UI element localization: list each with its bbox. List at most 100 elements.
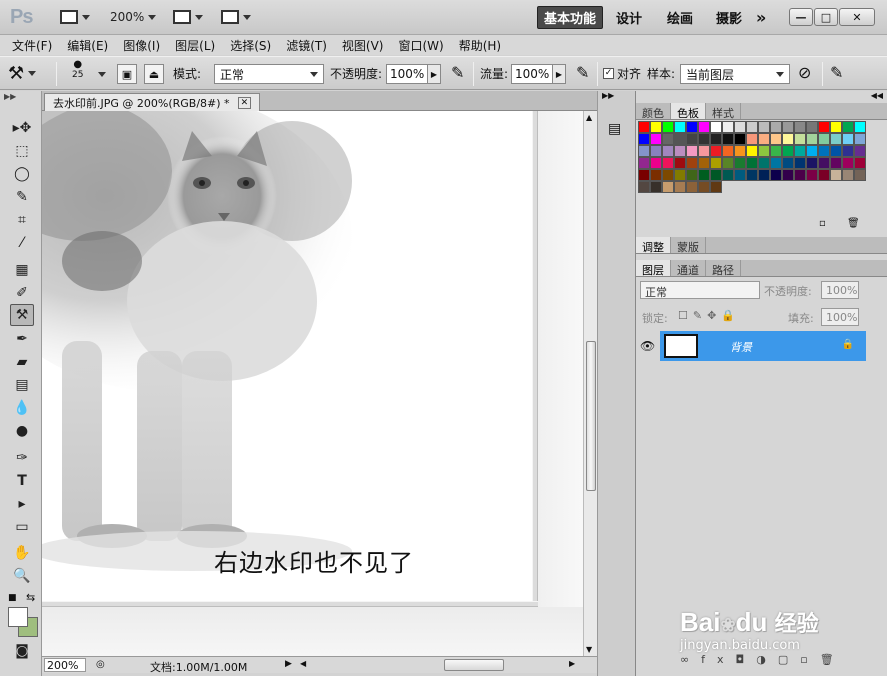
swatch-15[interactable] xyxy=(818,121,830,133)
hand-tool-icon[interactable]: ✋ xyxy=(10,542,34,564)
swatch-13[interactable] xyxy=(794,121,806,133)
swatch-89[interactable] xyxy=(794,169,806,181)
pen-tool-icon[interactable]: ✑ xyxy=(10,447,34,469)
swatch-25[interactable] xyxy=(710,133,722,145)
swatch-26[interactable] xyxy=(722,133,734,145)
swatch-78[interactable] xyxy=(662,169,674,181)
crop-tool-icon[interactable]: ⌗ xyxy=(10,209,34,231)
menu-help[interactable]: 帮助(H) xyxy=(459,37,501,54)
type-tool-icon[interactable]: T xyxy=(10,470,34,492)
tool-preset-picker[interactable]: ⚒ xyxy=(8,63,37,84)
swatch-101[interactable] xyxy=(710,181,722,193)
airbrush-opacity-icon[interactable]: ✎ xyxy=(451,63,464,82)
swatch-59[interactable] xyxy=(662,157,674,169)
swatch-82[interactable] xyxy=(710,169,722,181)
swatch-52[interactable] xyxy=(806,145,818,157)
close-button[interactable]: ✕ xyxy=(839,8,875,26)
workspace-design-button[interactable]: 设计 xyxy=(616,6,642,29)
swatch-73[interactable] xyxy=(830,157,842,169)
sample-select[interactable]: 当前图层 xyxy=(680,64,790,84)
swatch-38[interactable] xyxy=(638,145,650,157)
swatch-48[interactable] xyxy=(758,145,770,157)
menu-edit[interactable]: 编辑(E) xyxy=(67,37,108,54)
swatch-95[interactable] xyxy=(638,181,650,193)
lasso-tool-icon[interactable]: ◯ xyxy=(10,163,34,185)
swatch-30[interactable] xyxy=(770,133,782,145)
swatch-68[interactable] xyxy=(770,157,782,169)
clone-stamp-tool-icon[interactable]: ⚒ xyxy=(10,304,34,326)
swatch-0[interactable] xyxy=(638,121,650,133)
swatch-31[interactable] xyxy=(782,133,794,145)
brush-picker[interactable]: ● 25 xyxy=(72,59,83,80)
swatch-21[interactable] xyxy=(662,133,674,145)
swatch-77[interactable] xyxy=(650,169,662,181)
layer-row-background[interactable]: 背景 🔒 xyxy=(660,331,866,361)
swatch-35[interactable] xyxy=(830,133,842,145)
swatch-65[interactable] xyxy=(734,157,746,169)
swatch-69[interactable] xyxy=(782,157,794,169)
swatch-45[interactable] xyxy=(722,145,734,157)
swatch-94[interactable] xyxy=(854,169,866,181)
tab-channels[interactable]: 通道 xyxy=(671,260,706,277)
swatch-42[interactable] xyxy=(686,145,698,157)
collapse-toolbar-icon[interactable]: ▶▶ xyxy=(4,92,16,101)
swatch-83[interactable] xyxy=(722,169,734,181)
swatch-88[interactable] xyxy=(782,169,794,181)
swatch-46[interactable] xyxy=(734,145,746,157)
flow-input[interactable]: 100% xyxy=(511,64,553,84)
scroll-left-icon[interactable]: ◀ xyxy=(300,659,306,668)
vertical-scrollbar[interactable]: ▲ ▼ xyxy=(583,111,597,656)
default-colors-icon[interactable]: ■ xyxy=(8,593,17,603)
swatch-93[interactable] xyxy=(842,169,854,181)
swatch-16[interactable] xyxy=(830,121,842,133)
swatch-34[interactable] xyxy=(818,133,830,145)
eraser-tool-icon[interactable]: ▰ xyxy=(10,351,34,373)
move-tool-icon[interactable]: ▸✥ xyxy=(10,117,34,139)
swatch-28[interactable] xyxy=(746,133,758,145)
swatch-49[interactable] xyxy=(770,145,782,157)
menu-window[interactable]: 窗口(W) xyxy=(398,37,443,54)
status-info-icon[interactable]: ◎ xyxy=(96,659,105,670)
swatch-3[interactable] xyxy=(674,121,686,133)
menu-layer[interactable]: 图层(L) xyxy=(175,37,215,54)
swatch-1[interactable] xyxy=(650,121,662,133)
scroll-up-icon[interactable]: ▲ xyxy=(586,113,592,122)
swatch-51[interactable] xyxy=(794,145,806,157)
swatch-50[interactable] xyxy=(782,145,794,157)
swatch-74[interactable] xyxy=(842,157,854,169)
arrange-documents-button[interactable] xyxy=(173,8,203,26)
swatch-99[interactable] xyxy=(686,181,698,193)
opacity-input[interactable]: 100% xyxy=(386,64,428,84)
swatch-76[interactable] xyxy=(638,169,650,181)
swatch-14[interactable] xyxy=(806,121,818,133)
swatch-84[interactable] xyxy=(734,169,746,181)
menu-select[interactable]: 选择(S) xyxy=(230,37,271,54)
menu-file[interactable]: 文件(F) xyxy=(12,37,52,54)
swatch-12[interactable] xyxy=(782,121,794,133)
workspace-essentials-button[interactable]: 基本功能 xyxy=(537,6,603,29)
status-zoom-input[interactable]: 200% xyxy=(44,658,86,672)
swatch-64[interactable] xyxy=(722,157,734,169)
swatch-10[interactable] xyxy=(758,121,770,133)
status-menu-arrow-icon[interactable]: ▶ xyxy=(285,659,292,669)
swatch-97[interactable] xyxy=(662,181,674,193)
swatch-17[interactable] xyxy=(842,121,854,133)
vertical-scroll-thumb[interactable] xyxy=(586,341,596,491)
swatch-8[interactable] xyxy=(734,121,746,133)
swatch-43[interactable] xyxy=(698,145,710,157)
swatch-66[interactable] xyxy=(746,157,758,169)
swatch-54[interactable] xyxy=(830,145,842,157)
tab-color[interactable]: 颜色 xyxy=(636,103,671,120)
aligned-checkbox[interactable]: ✓ 对齐 xyxy=(603,65,641,82)
launch-bridge-button[interactable] xyxy=(60,8,90,26)
swatch-7[interactable] xyxy=(722,121,734,133)
swatch-67[interactable] xyxy=(758,157,770,169)
swatch-75[interactable] xyxy=(854,157,866,169)
swatch-40[interactable] xyxy=(662,145,674,157)
flow-slider-button[interactable]: ▶ xyxy=(552,64,566,84)
swatch-79[interactable] xyxy=(674,169,686,181)
spot-healing-tool-icon[interactable]: ▦ xyxy=(10,259,34,281)
foreground-color-swatch[interactable] xyxy=(8,607,28,627)
horizontal-scroll-thumb[interactable] xyxy=(444,659,504,671)
swatch-27[interactable] xyxy=(734,133,746,145)
